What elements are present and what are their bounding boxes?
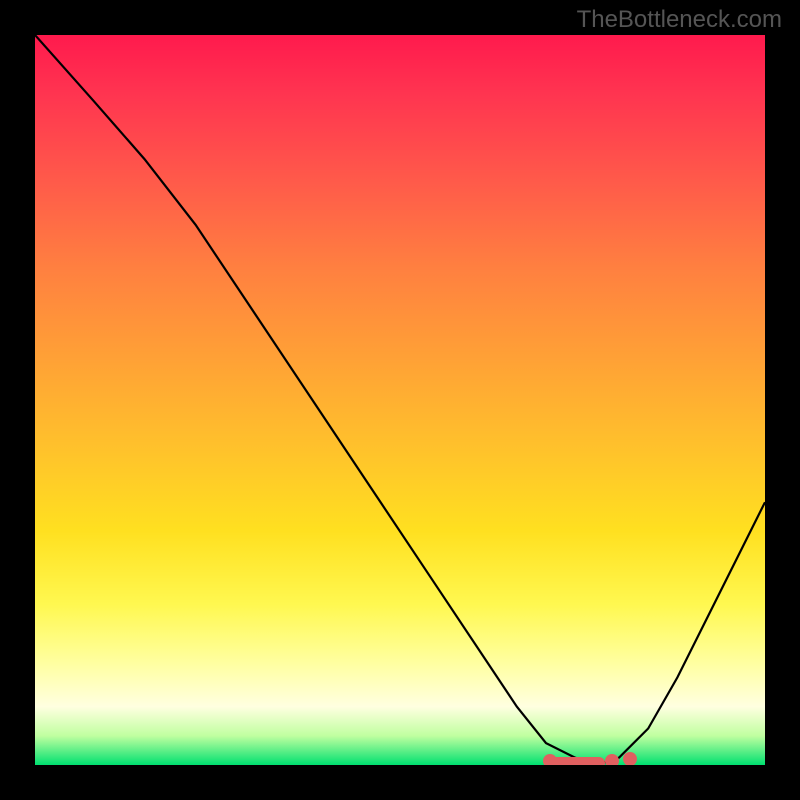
- plot-area: [35, 35, 765, 765]
- watermark-text: TheBottleneck.com: [577, 6, 782, 34]
- data-marker: [605, 754, 619, 765]
- data-marker: [545, 757, 605, 765]
- data-marker: [623, 752, 637, 765]
- marker-layer: [35, 35, 765, 765]
